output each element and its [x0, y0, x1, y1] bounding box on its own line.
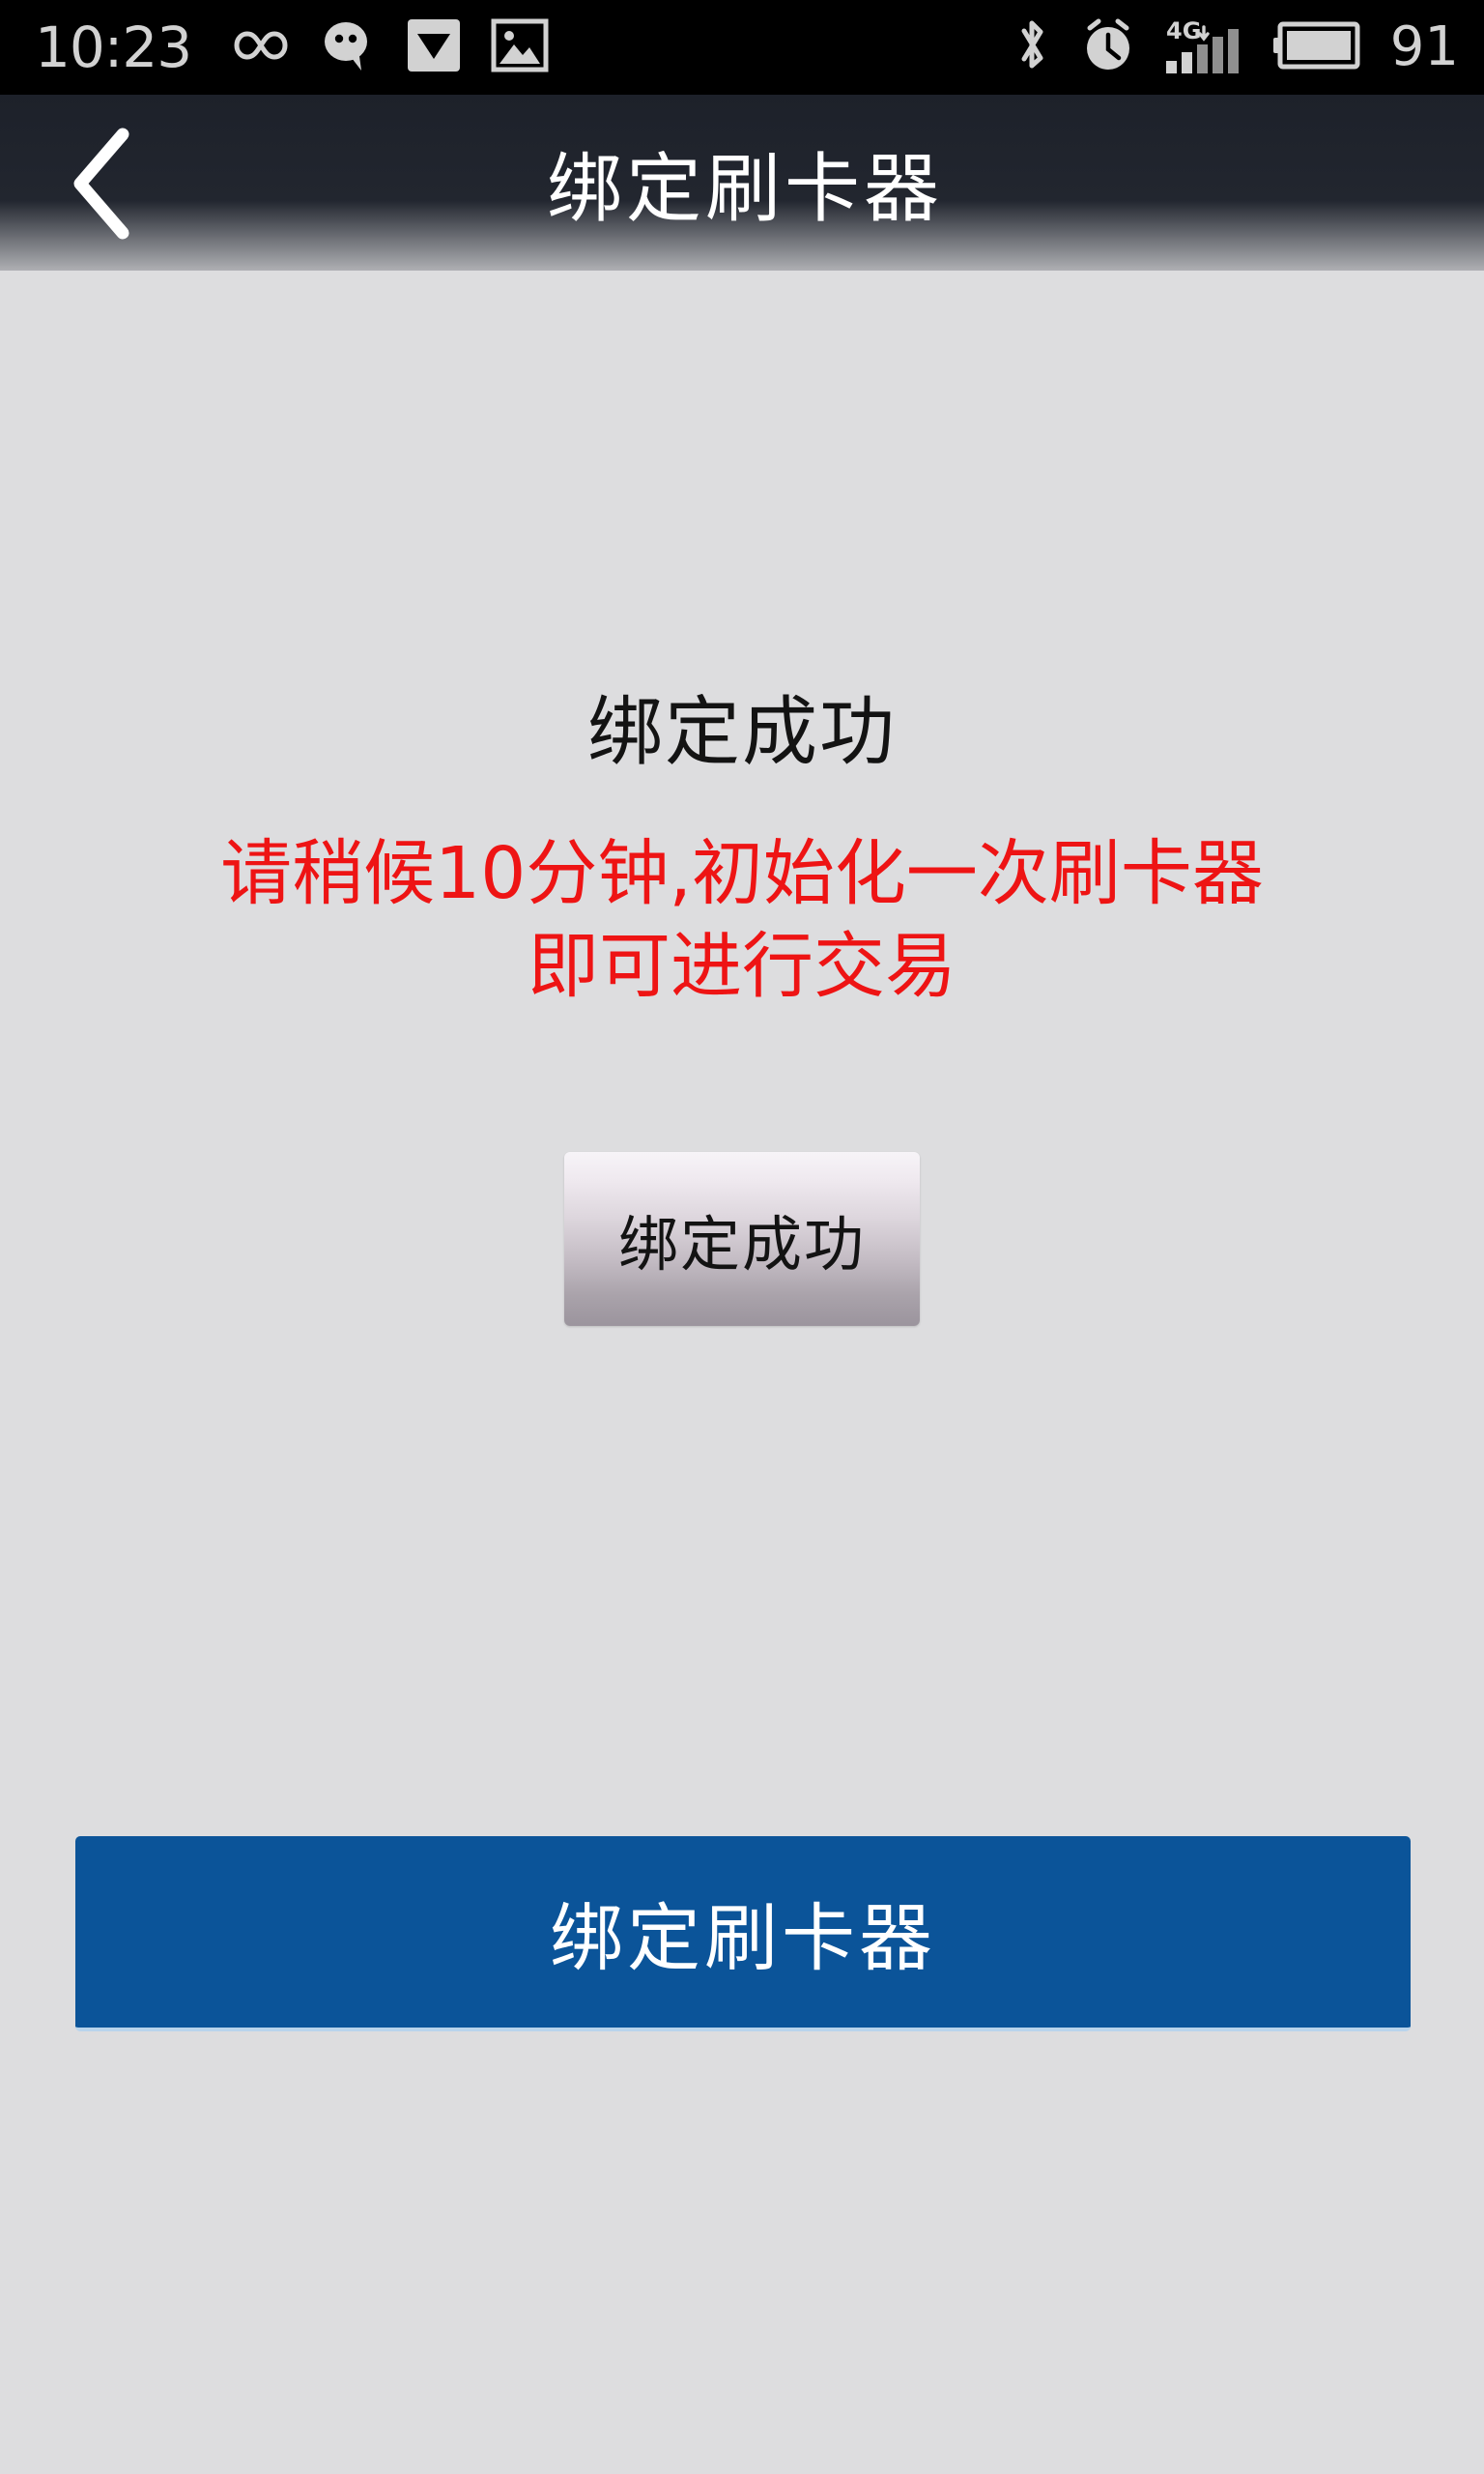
main-content: 绑定成功 请稍候10分钟,初始化一次刷卡器 即可进行交易 绑定成功 绑定刷卡器 [0, 271, 1484, 2474]
page-title: 绑定刷卡器 [546, 146, 943, 233]
notice-line-2: 即可进行交易 [528, 925, 956, 1008]
wechat-message-icon [319, 17, 377, 77]
phone-screen: 10:23 4G 91 绑定刷卡器 绑定成功 请稍候10分钟,初始化一次刷卡器 … [0, 0, 1484, 2474]
bind-card-reader-button[interactable]: 绑定刷卡器 [75, 1836, 1411, 2031]
status-bar-left: 10:23 [35, 17, 1012, 77]
notice-line-1: 请稍候10分钟,初始化一次刷卡器 [220, 832, 1264, 915]
status-bar-clock: 10:23 [35, 14, 192, 80]
gallery-image-icon [491, 17, 549, 77]
bluetooth-icon [1012, 15, 1052, 79]
infinity-icon [220, 24, 290, 71]
alarm-clock-icon [1077, 15, 1139, 79]
signal-4g-icon: 4G [1164, 15, 1247, 79]
binding-status-button[interactable]: 绑定成功 [564, 1152, 920, 1326]
success-heading: 绑定成功 [586, 689, 897, 776]
mail-envelope-icon [406, 17, 462, 77]
status-bar: 10:23 4G 91 [0, 0, 1484, 95]
battery-icon [1272, 20, 1365, 74]
svg-text:4G: 4G [1166, 17, 1201, 44]
app-header: 绑定刷卡器 [0, 95, 1484, 271]
battery-percent-label: 91 [1389, 15, 1459, 78]
status-bar-right: 4G 91 [1012, 15, 1459, 79]
notice-message: 请稍候10分钟,初始化一次刷卡器 即可进行交易 [0, 827, 1484, 1013]
